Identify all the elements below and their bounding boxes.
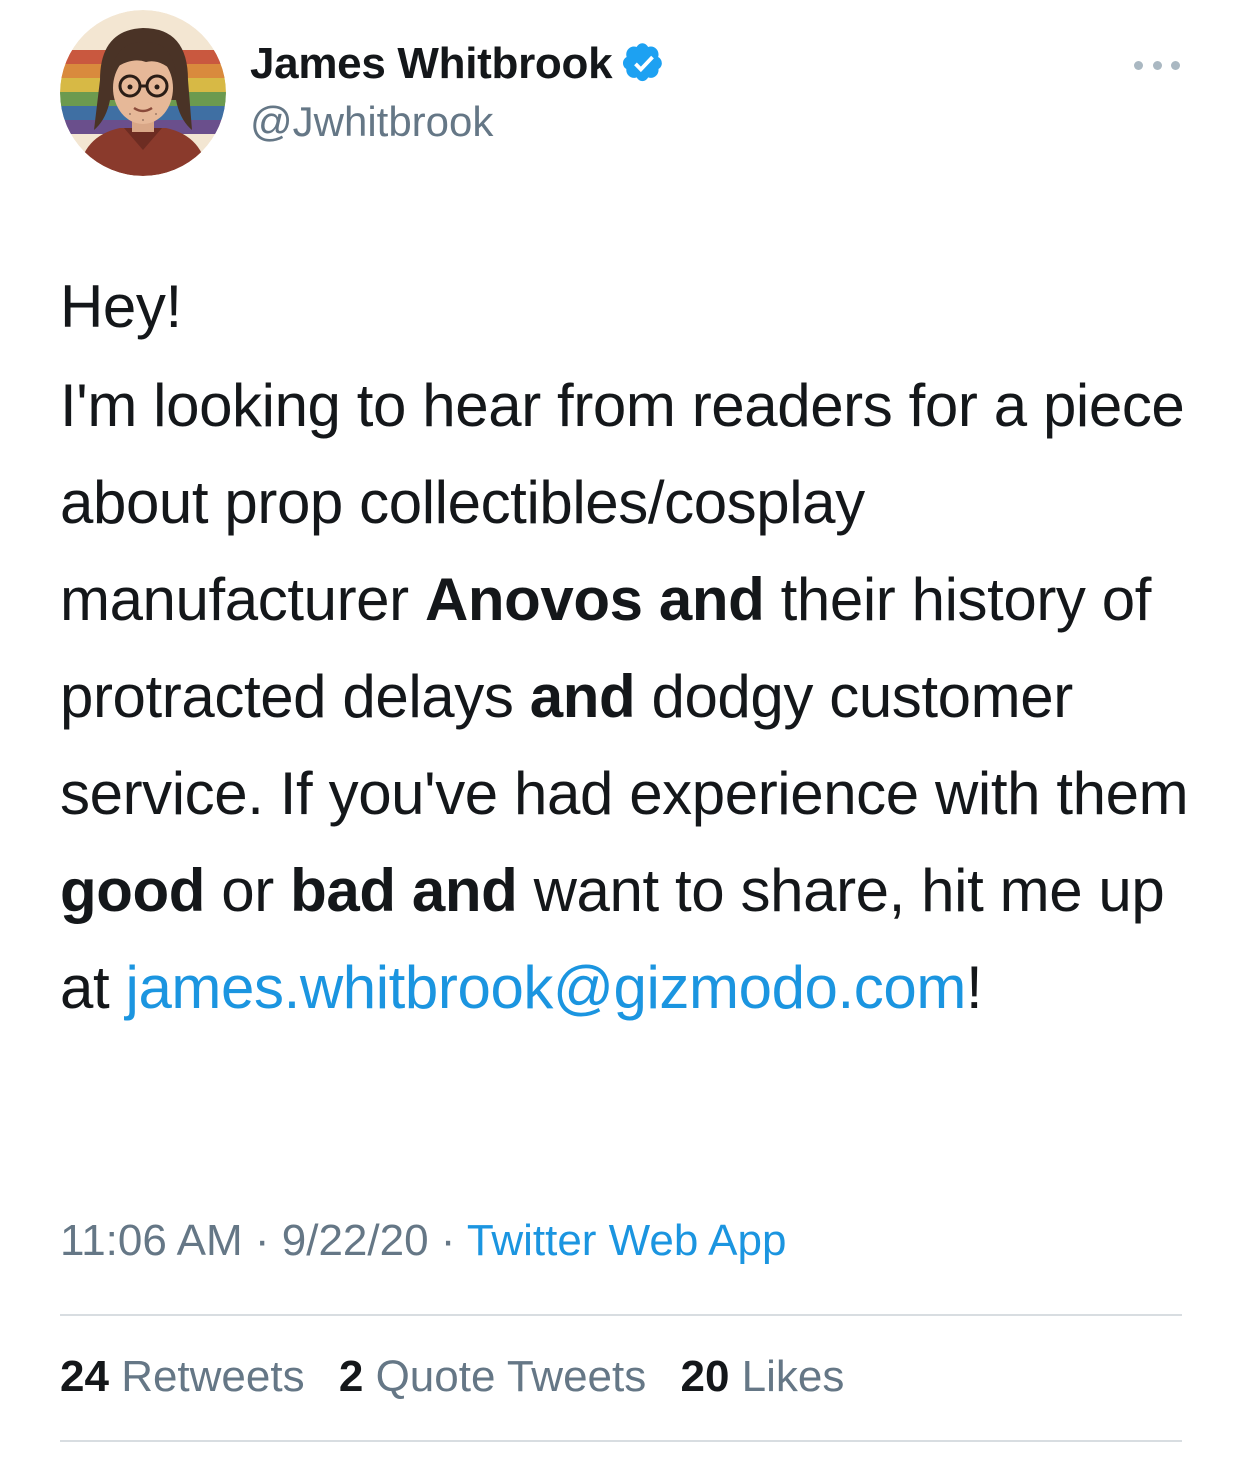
more-dot — [1134, 60, 1143, 70]
user-handle[interactable]: @Jwhitbrook — [250, 98, 666, 146]
tweet-text: Hey! I'm looking to hear from readers fo… — [60, 258, 1190, 1036]
quote-tweets-label: Quote Tweets — [375, 1352, 647, 1401]
tweet-bold-segment: and — [411, 857, 518, 924]
quote-tweets-count: 2 — [338, 1352, 364, 1401]
display-name-row: James Whitbrook — [250, 38, 666, 90]
tweet-bold-segment: Anovos and — [424, 566, 765, 633]
likes-label: Likes — [741, 1352, 845, 1401]
verified-badge-icon — [623, 43, 663, 82]
retweets-count: 24 — [60, 1352, 109, 1401]
divider — [60, 1314, 1182, 1316]
tweet-source[interactable]: Twitter Web App — [467, 1216, 787, 1265]
more-dot — [1171, 60, 1180, 70]
tweet-trailing: ! — [965, 954, 983, 1021]
tweet-meta: 11:06 AM · 9/22/20 · Twitter Web App — [60, 1216, 786, 1266]
tweet-date[interactable]: 9/22/20 — [282, 1216, 429, 1265]
tweet-text-segment: or — [205, 857, 291, 924]
divider — [60, 1440, 1182, 1442]
likes-count: 20 — [680, 1352, 730, 1401]
tweet-header: James Whitbrook @Jwhitbrook — [60, 10, 1190, 180]
tweet-bold-segment: good — [60, 857, 206, 924]
tweet-time[interactable]: 11:06 AM — [60, 1216, 243, 1265]
display-name[interactable]: James Whitbrook — [250, 39, 613, 89]
quote-tweets-stat[interactable]: 2 Quote Tweets — [339, 1352, 646, 1401]
tweet-bold-segment: and — [529, 663, 636, 730]
tweet-email-link[interactable]: james.whitbrook@gizmodo.com — [126, 954, 967, 1021]
tweet-text-segment — [396, 857, 412, 924]
tweet: James Whitbrook @Jwhitbrook Hey! I'm loo… — [0, 0, 1242, 1461]
tweet-body: I'm looking to hear from readers for a p… — [60, 357, 1190, 1036]
retweets-label: Retweets — [121, 1352, 305, 1401]
user-names: James Whitbrook @Jwhitbrook — [250, 38, 666, 146]
meta-separator: · — [242, 1216, 282, 1265]
tweet-greeting: Hey! — [60, 273, 182, 340]
meta-separator: · — [428, 1216, 467, 1265]
tweet-stats: 24 Retweets 2 Quote Tweets 20 Likes — [60, 1352, 866, 1402]
tweet-bold-segment: bad — [290, 857, 396, 924]
avatar[interactable] — [60, 10, 226, 176]
likes-stat[interactable]: 20 Likes — [680, 1352, 844, 1401]
avatar-illustration — [60, 10, 226, 176]
more-dot — [1152, 60, 1162, 70]
retweets-stat[interactable]: 24 Retweets — [60, 1352, 305, 1401]
more-options-icon[interactable] — [1134, 54, 1180, 76]
